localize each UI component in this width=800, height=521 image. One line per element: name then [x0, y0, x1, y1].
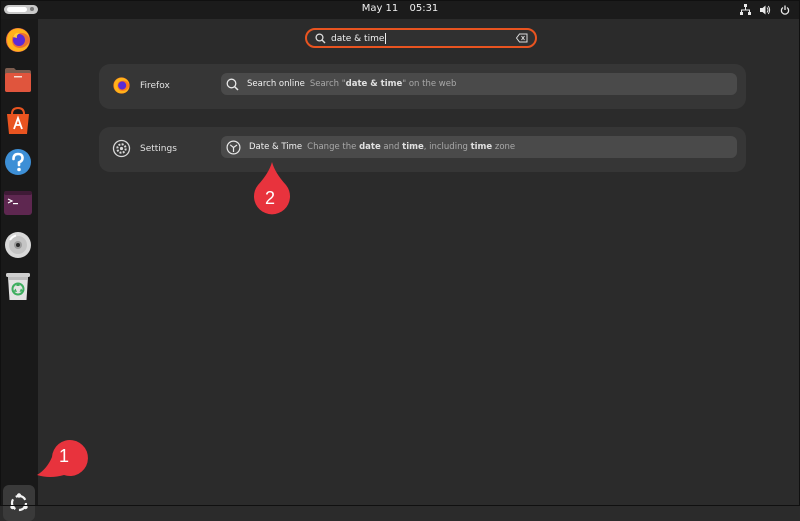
- annotation-number-1: 1: [59, 446, 70, 466]
- provider-settings[interactable]: Settings: [112, 139, 177, 158]
- provider-label: Settings: [140, 143, 177, 154]
- search-bar[interactable]: [305, 28, 537, 48]
- system-tray[interactable]: [740, 4, 790, 15]
- search-icon: [315, 33, 326, 44]
- clock-date: May 11: [361, 3, 399, 14]
- dock-terminal[interactable]: [3, 188, 33, 218]
- terminal-icon: [4, 191, 32, 215]
- files-icon: [5, 68, 31, 92]
- help-icon: [5, 149, 31, 175]
- provider-firefox[interactable]: Firefox: [112, 76, 170, 95]
- dock: [0, 19, 38, 521]
- dock-firefox[interactable]: [3, 25, 33, 55]
- ubuntu-logo-icon: [10, 493, 28, 512]
- result-description: Search "date & time" on the web: [309, 79, 457, 89]
- settings-gear-icon: [112, 139, 131, 158]
- volume-icon: [760, 5, 771, 14]
- app-center-icon: [7, 107, 29, 134]
- clock[interactable]: May 11 05:31: [0, 3, 800, 14]
- trash-icon: [6, 273, 30, 300]
- result-date-time[interactable]: Date & Time Change the date and time, in…: [221, 136, 737, 158]
- network-icon: [740, 4, 751, 15]
- dock-files[interactable]: [3, 65, 33, 95]
- firefox-icon: [6, 28, 30, 52]
- show-apps-button[interactable]: [3, 485, 35, 521]
- top-bar: May 11 05:31: [0, 0, 800, 19]
- firefox-icon: [113, 77, 130, 94]
- result-description: Change the date and time, including time…: [307, 142, 516, 152]
- dock-help[interactable]: [3, 147, 33, 177]
- clear-search-icon[interactable]: [516, 33, 528, 43]
- result-search-online[interactable]: Search online Search "date & time" on th…: [221, 73, 737, 95]
- clock-time: 05:31: [409, 3, 439, 14]
- result-title: Search online: [247, 79, 305, 89]
- power-icon: [780, 5, 790, 15]
- text-caret: [385, 33, 386, 44]
- disc-icon: [5, 232, 31, 258]
- result-group-settings: Settings Date & Time Change the date and…: [99, 127, 746, 172]
- dock-trash[interactable]: [3, 271, 33, 301]
- search-icon: [226, 78, 239, 91]
- provider-label: Firefox: [140, 80, 170, 91]
- dock-disc[interactable]: [3, 230, 33, 260]
- search-input[interactable]: [331, 31, 511, 46]
- result-group-firefox: Firefox Search online Search "date & tim…: [99, 64, 746, 109]
- annotation-number-2: 2: [265, 188, 276, 208]
- result-title: Date & Time: [249, 142, 303, 152]
- dock-app-center[interactable]: [3, 106, 33, 136]
- clock-icon: [226, 139, 241, 155]
